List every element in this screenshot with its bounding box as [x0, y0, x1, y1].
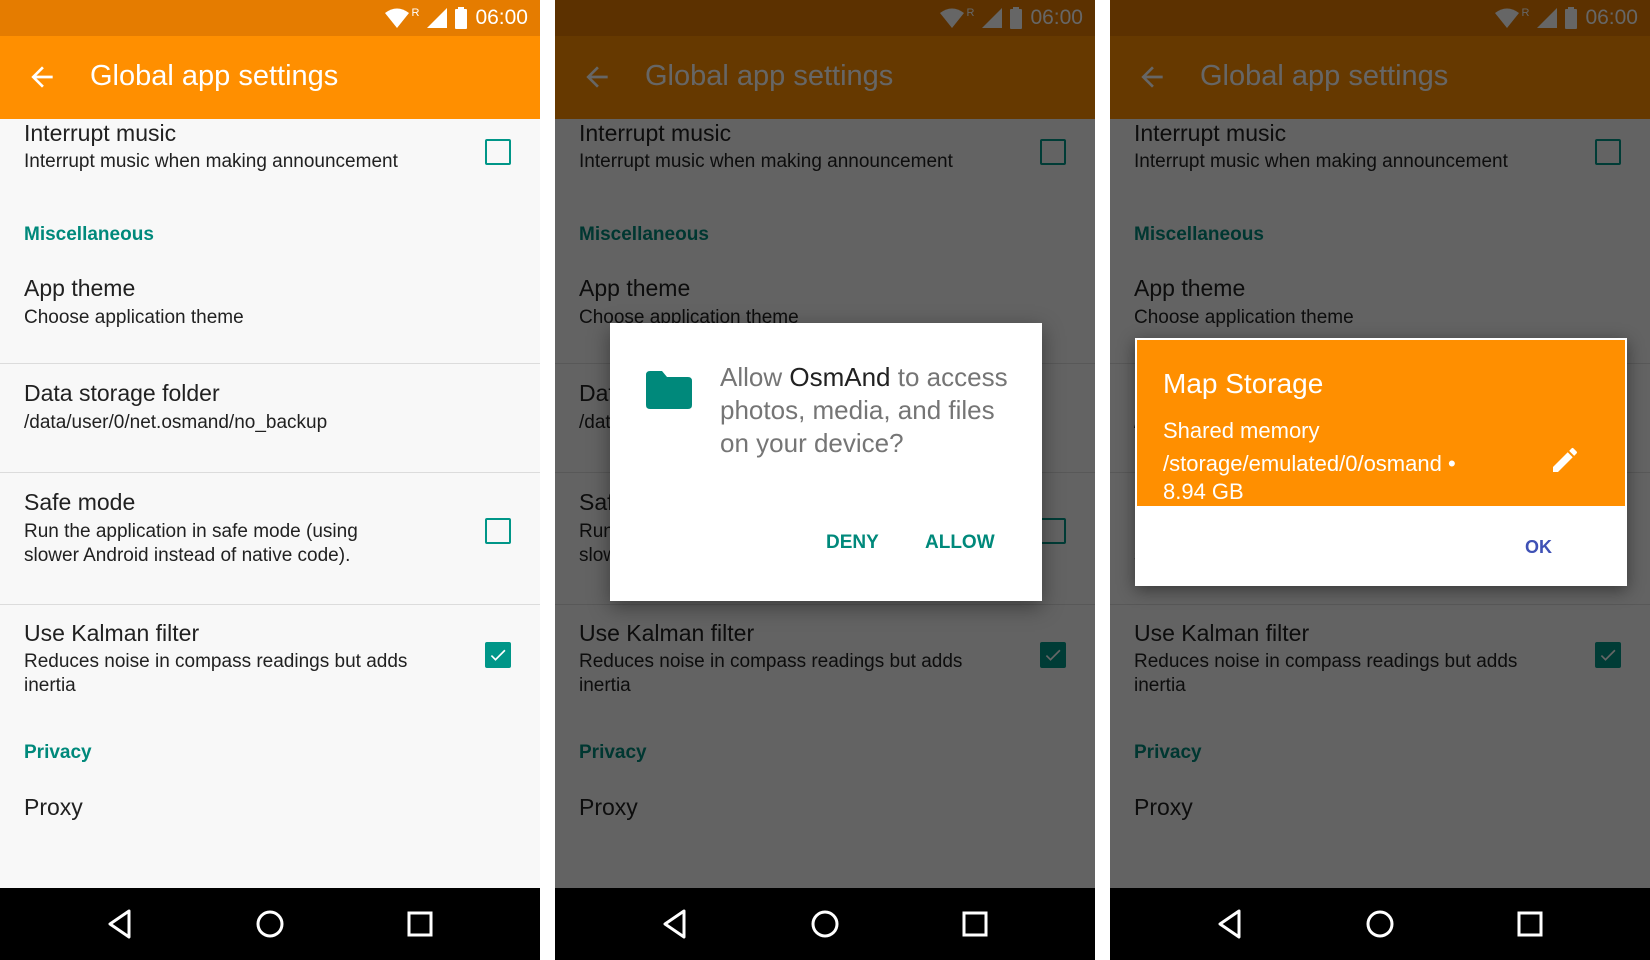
- status-time: 06:00: [475, 6, 528, 29]
- back-triangle-icon[interactable]: [1212, 906, 1248, 942]
- interrupt-music-checkbox[interactable]: [485, 139, 511, 165]
- map-storage-dialog: Map Storage Shared memory /storage/emula…: [1135, 338, 1627, 586]
- storage-option[interactable]: Map Storage Shared memory /storage/emula…: [1135, 338, 1627, 508]
- setting-summary: Interrupt music when making announcement: [24, 151, 398, 172]
- permission-app-name: OsmAnd: [789, 362, 891, 392]
- back-triangle-icon[interactable]: [657, 906, 693, 942]
- roaming-indicator: R: [411, 7, 420, 19]
- setting-app-theme[interactable]: App theme Choose application theme: [0, 259, 540, 359]
- setting-interrupt-music[interactable]: Interrupt music Interrupt music when mak…: [0, 119, 540, 219]
- section-header-misc: Miscellaneous: [24, 224, 154, 245]
- app-bar: Global app settings: [0, 36, 540, 119]
- permission-dialog: Allow OsmAnd to access photos, media, an…: [610, 323, 1042, 601]
- setting-safe-mode[interactable]: Safe mode Run the application in safe mo…: [0, 473, 540, 603]
- battery-icon: [455, 7, 468, 29]
- recents-square-icon[interactable]: [957, 906, 993, 942]
- setting-summary: Run the application in safe mode (using …: [24, 521, 358, 566]
- dialog-title: Map Storage: [1163, 368, 1324, 399]
- signal-icon: [427, 8, 448, 28]
- wifi-icon: [385, 8, 410, 28]
- setting-title: Proxy: [24, 794, 83, 820]
- permission-message: Allow OsmAnd to access photos, media, an…: [720, 361, 1010, 460]
- storage-size: 8.94 GB: [1163, 479, 1244, 504]
- recents-square-icon[interactable]: [402, 906, 438, 942]
- status-bar: R 06:00: [0, 0, 540, 36]
- phone-screen-settings: R 06:00 Global app settings Interrupt mu…: [0, 0, 540, 960]
- setting-summary: /data/user/0/net.osmand/no_backup: [24, 412, 328, 433]
- home-circle-icon[interactable]: [1362, 906, 1398, 942]
- folder-icon: [646, 371, 692, 409]
- recents-square-icon[interactable]: [1512, 906, 1548, 942]
- navigation-bar: [0, 888, 540, 960]
- storage-path: /storage/emulated/0/osmand •: [1163, 451, 1456, 476]
- safe-mode-checkbox[interactable]: [485, 518, 511, 544]
- phone-screen-permission: R 06:00 Global app settings Interrupt mu…: [555, 0, 1095, 960]
- setting-title: Safe mode: [24, 489, 136, 515]
- phone-screen-map-storage: R 06:00 Global app settings Interrupt mu…: [1110, 0, 1650, 960]
- storage-type: Shared memory: [1163, 418, 1320, 443]
- setting-title: App theme: [24, 275, 136, 301]
- navigation-bar: [555, 888, 1095, 960]
- permission-text-before: Allow: [720, 362, 790, 392]
- navigation-bar: [1110, 888, 1650, 960]
- setting-title: Interrupt music: [24, 120, 177, 146]
- setting-proxy[interactable]: Proxy: [0, 779, 540, 849]
- settings-list[interactable]: Interrupt music Interrupt music when mak…: [0, 119, 540, 888]
- pencil-icon[interactable]: [1549, 444, 1581, 476]
- allow-button[interactable]: ALLOW: [925, 532, 995, 554]
- setting-title: Use Kalman filter: [24, 620, 200, 646]
- ok-button[interactable]: OK: [1525, 537, 1552, 558]
- deny-button[interactable]: DENY: [826, 532, 879, 554]
- home-circle-icon[interactable]: [807, 906, 843, 942]
- page-title: Global app settings: [90, 60, 339, 92]
- setting-data-storage[interactable]: Data storage folder /data/user/0/net.osm…: [0, 364, 540, 472]
- setting-summary: Choose application theme: [24, 307, 244, 328]
- storage-path-info: /storage/emulated/0/osmand • 8.94 GB: [1163, 450, 1493, 506]
- setting-title: Data storage folder: [24, 380, 220, 406]
- setting-kalman-filter[interactable]: Use Kalman filter Reduces noise in compa…: [0, 605, 540, 715]
- kalman-filter-checkbox[interactable]: [485, 642, 511, 668]
- back-triangle-icon[interactable]: [102, 906, 138, 942]
- section-header-privacy: Privacy: [24, 742, 92, 763]
- arrow-left-icon[interactable]: [26, 61, 58, 93]
- setting-summary: Reduces noise in compass readings but ad…: [24, 651, 408, 696]
- check-icon: [490, 649, 506, 661]
- home-circle-icon[interactable]: [252, 906, 288, 942]
